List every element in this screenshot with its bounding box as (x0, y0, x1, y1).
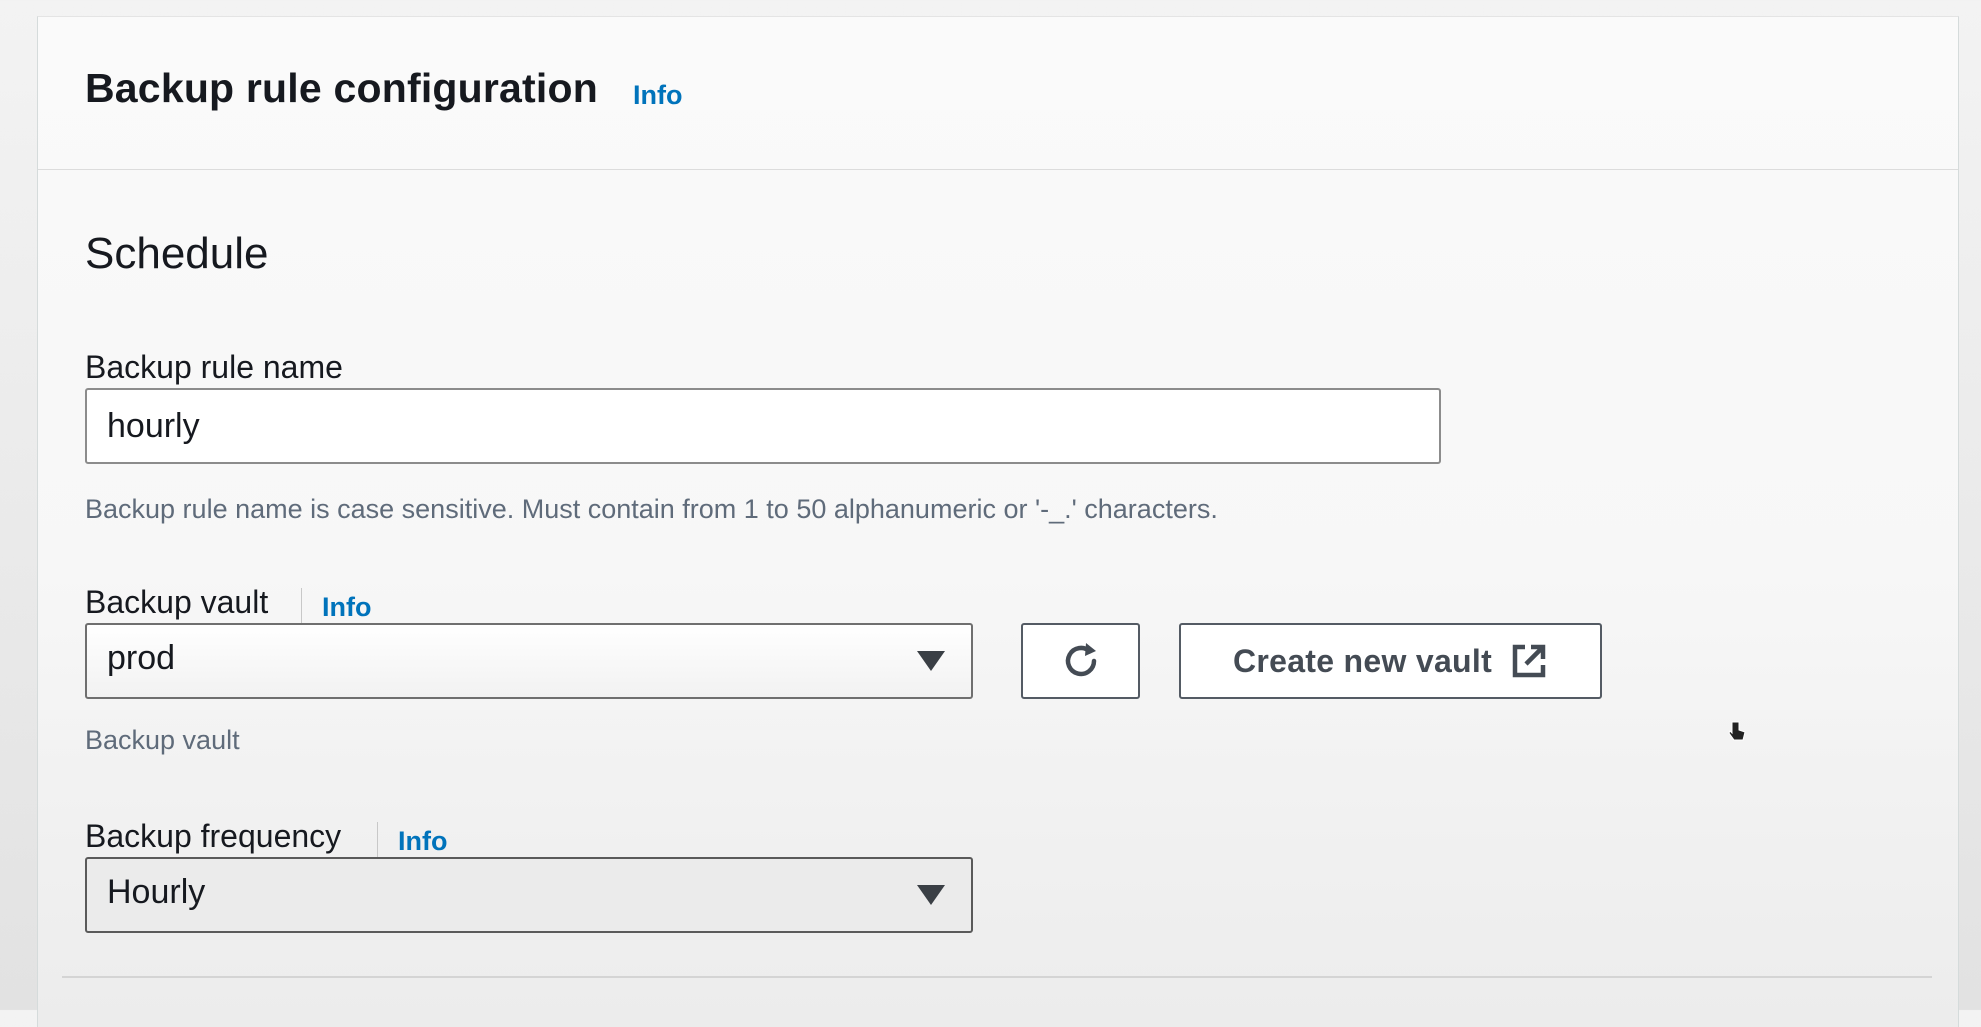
create-new-vault-button[interactable]: Create new vault (1179, 623, 1602, 699)
vault-label: Backup vault (85, 584, 269, 620)
create-new-vault-label: Create new vault (1232, 642, 1493, 679)
schedule-section-title: Schedule (85, 229, 269, 278)
caret-down-icon (917, 651, 945, 671)
vault-select-value: prod (107, 639, 176, 677)
vault-hint: Backup vault (85, 725, 240, 755)
rule-name-label: Backup rule name (85, 349, 343, 385)
vault-info-link[interactable]: Info (322, 592, 371, 623)
frequency-info-link[interactable]: Info (398, 826, 447, 857)
section-divider (62, 976, 1932, 978)
frequency-select-value: Hourly (107, 873, 206, 911)
rule-name-input[interactable] (85, 388, 1441, 464)
panel-header: Backup rule configuration Info (38, 17, 1958, 170)
frequency-label-divider (377, 822, 378, 858)
refresh-vaults-button[interactable] (1021, 623, 1140, 699)
frequency-label: Backup frequency (85, 818, 342, 854)
hand-cursor-icon (1728, 721, 1746, 741)
frequency-select[interactable]: Hourly (85, 857, 973, 933)
rule-name-hint: Backup rule name is case sensitive. Must… (85, 494, 1218, 524)
refresh-icon (1065, 643, 1096, 677)
header-info-link[interactable]: Info (633, 80, 682, 111)
backup-rule-configuration-panel: Backup rule configuration Info Schedule … (37, 16, 1959, 1027)
panel-title: Backup rule configuration (85, 65, 598, 111)
vault-label-divider (301, 588, 302, 624)
caret-down-icon (917, 885, 945, 905)
vault-select[interactable]: prod (85, 623, 973, 699)
external-link-icon (1512, 644, 1546, 678)
